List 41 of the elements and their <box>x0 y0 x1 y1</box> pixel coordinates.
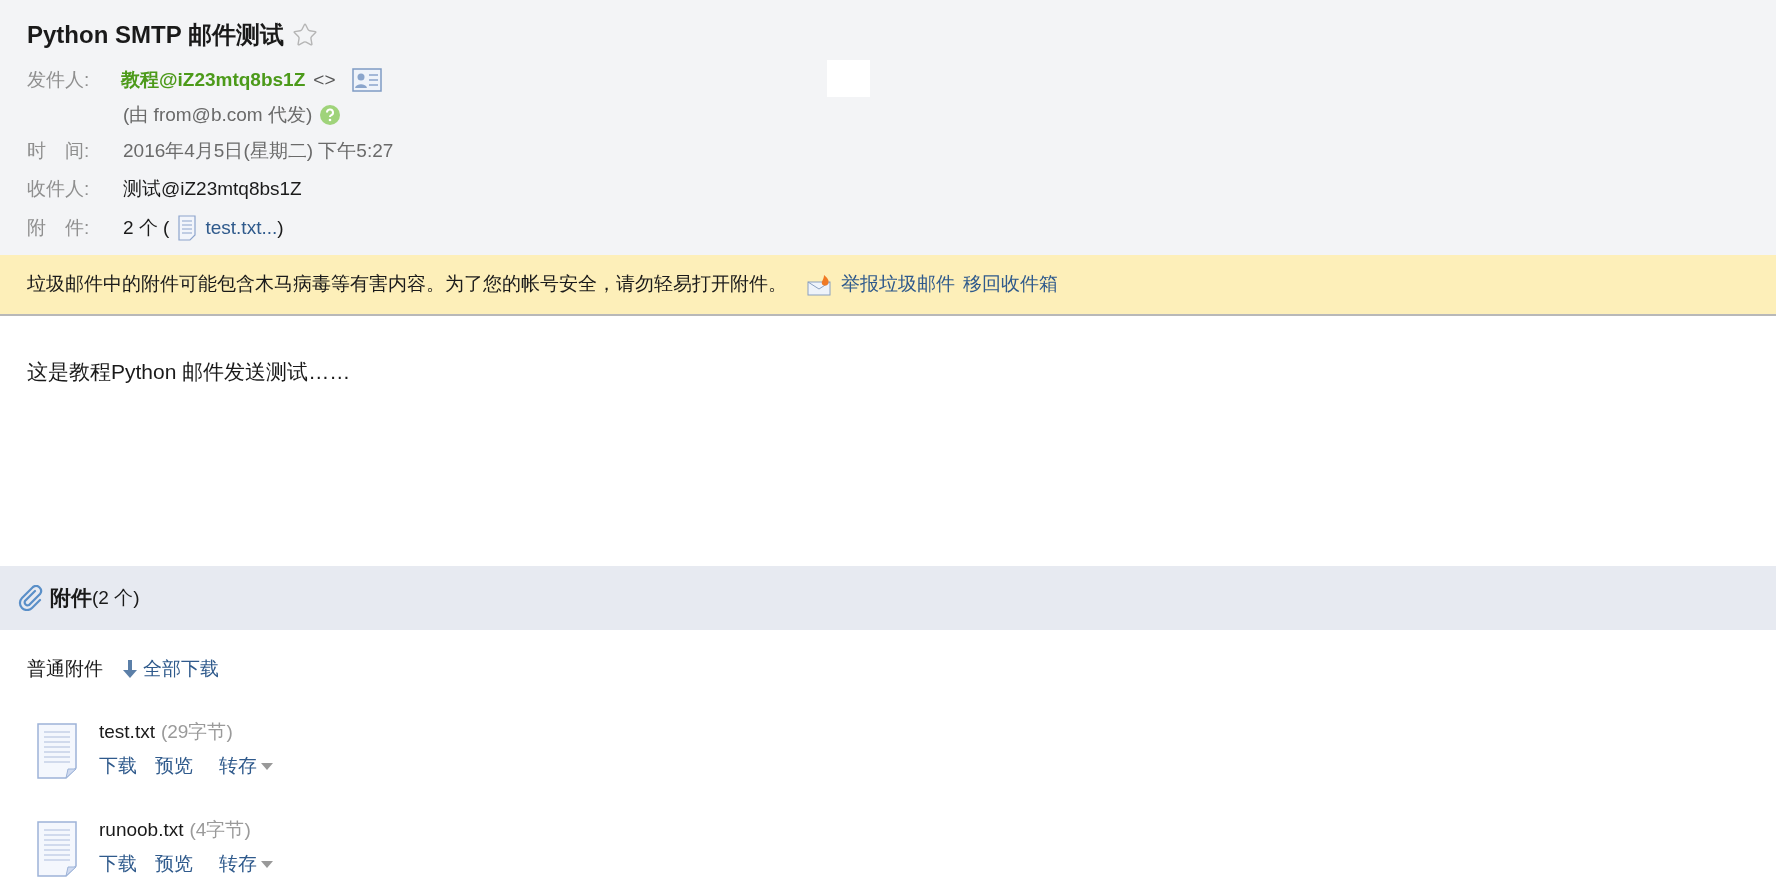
closing-paren: ) <box>277 215 284 240</box>
contact-card-icon[interactable] <box>351 68 382 92</box>
document-icon <box>35 722 79 780</box>
file-size: (29字节) <box>160 719 233 744</box>
caret-icon <box>261 860 273 868</box>
group-label: 普通附件 <box>27 656 103 681</box>
file-action-link[interactable]: 下载 <box>99 751 137 781</box>
file-action-link[interactable]: 下载 <box>99 849 137 879</box>
send-time: 2016年4月5日(星期二) 下午5:27 <box>123 138 394 163</box>
sender-via: (由 from@b.com 代发) <box>123 102 313 127</box>
file-action-link[interactable]: 转存 <box>219 751 273 781</box>
report-mail-icon[interactable] <box>807 273 833 296</box>
download-arrow-icon <box>123 660 137 678</box>
field-label: 附 件: <box>27 215 91 240</box>
attachments-count: (2 个) <box>92 585 140 608</box>
attachment-count: 2 个 ( <box>123 215 170 240</box>
file-size: (4字节) <box>189 817 251 842</box>
caret-icon <box>261 762 273 770</box>
file-name: runoob.txt <box>99 817 184 842</box>
recipient-address: 测试@iZ23mtq8bs1Z <box>123 176 302 201</box>
email-body: 这是教程Python 邮件发送测试…… <box>27 359 352 385</box>
file-action-link[interactable]: 转存 <box>219 849 273 879</box>
help-icon[interactable] <box>320 105 341 125</box>
email-subject: Python SMTP 邮件测试 <box>27 20 284 50</box>
download-all-button[interactable]: 全部下载 <box>123 654 219 684</box>
warning-text: 垃圾邮件中的附件可能包含木马病毒等有害内容。为了您的帐号安全，请勿轻易打开附件。 <box>27 272 787 297</box>
file-action-link[interactable]: 预览 <box>155 751 193 781</box>
document-icon <box>35 820 79 878</box>
paperclip-icon <box>18 585 44 611</box>
sender-address: <> <box>313 67 336 92</box>
warning-action-link[interactable]: 移回收件箱 <box>963 270 1058 299</box>
warning-action-link[interactable]: 举报垃圾邮件 <box>841 270 955 299</box>
field-label: 时 间: <box>27 138 91 163</box>
field-label: 收件人: <box>27 176 91 201</box>
file-action-link[interactable]: 预览 <box>155 849 193 879</box>
document-icon <box>177 215 198 241</box>
star-icon[interactable] <box>291 22 318 48</box>
attachments-title: 附件 <box>50 585 92 612</box>
file-name: test.txt <box>99 719 155 744</box>
attachment-link[interactable]: test.txt... <box>205 213 278 243</box>
field-label: 发件人: <box>27 67 91 92</box>
